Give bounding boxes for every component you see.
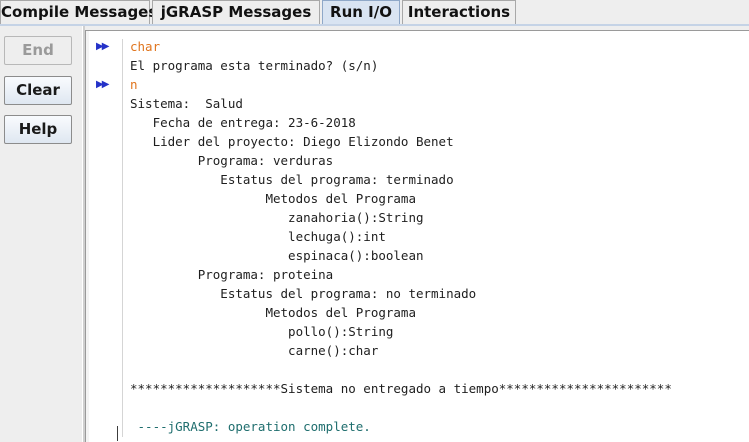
console-output-line: Programa: verduras xyxy=(130,153,334,168)
console-status-line: ----jGRASP: operation complete. xyxy=(130,419,371,434)
run-io-console[interactable]: ▶▶ ▶▶ char El programa esta terminado? (s/… xyxy=(85,30,749,442)
jgrasp-run-io-window: Compile Messages jGRASP Messages Run I/O… xyxy=(0,0,749,442)
input-marker-icon: ▶▶ xyxy=(96,79,109,90)
console-output-line: Estatus del programa: no terminado xyxy=(130,286,477,301)
text-cursor xyxy=(117,426,118,441)
console-output-line: zanahoria():String xyxy=(130,210,424,225)
console-output-line: Sistema: Salud xyxy=(130,96,243,111)
console-output-line: Lider del proyecto: Diego Elizondo Benet xyxy=(130,134,454,149)
console-input-line: char xyxy=(130,39,161,54)
console-output-line: espinaca():boolean xyxy=(130,248,424,263)
console-output-line: Estatus del programa: terminado xyxy=(130,172,454,187)
console-output-line: Programa: proteina xyxy=(130,267,334,282)
tab-interactions[interactable]: Interactions xyxy=(402,0,516,24)
help-button[interactable]: Help xyxy=(4,115,72,144)
console-output-line xyxy=(130,398,672,417)
console-gutter-divider xyxy=(122,39,123,437)
tab-underline xyxy=(0,24,749,26)
console-output-line: lechuga():int xyxy=(130,229,386,244)
console-output-line: pollo():String xyxy=(130,324,394,339)
tab-compile-messages[interactable]: Compile Messages xyxy=(0,0,157,24)
console-output-line: El programa esta terminado? (s/n) xyxy=(130,58,379,73)
console-output-line: Metodos del Programa xyxy=(130,191,416,206)
tab-jgrasp-messages[interactable]: jGRASP Messages xyxy=(152,0,320,24)
console-output-line xyxy=(130,360,672,379)
input-marker-icon: ▶▶ xyxy=(96,41,109,52)
end-button[interactable]: End xyxy=(4,36,72,65)
console-input-line: n xyxy=(130,77,138,92)
clear-button[interactable]: Clear xyxy=(4,76,72,105)
tab-run-io[interactable]: Run I/O xyxy=(322,0,400,26)
console-left-edge xyxy=(86,31,89,442)
message-tab-strip: Compile Messages jGRASP Messages Run I/O… xyxy=(0,0,749,26)
console-output-line: ********************Sistema no entregado… xyxy=(130,381,672,396)
console-output-text: char El programa esta terminado? (s/n) n Si… xyxy=(130,37,672,436)
console-output-line: Fecha de entrega: 23-6-2018 xyxy=(130,115,356,130)
console-output-line: Metodos del Programa xyxy=(130,305,416,320)
console-output-line: carne():char xyxy=(130,343,379,358)
run-io-button-column: End Clear Help xyxy=(0,26,82,442)
